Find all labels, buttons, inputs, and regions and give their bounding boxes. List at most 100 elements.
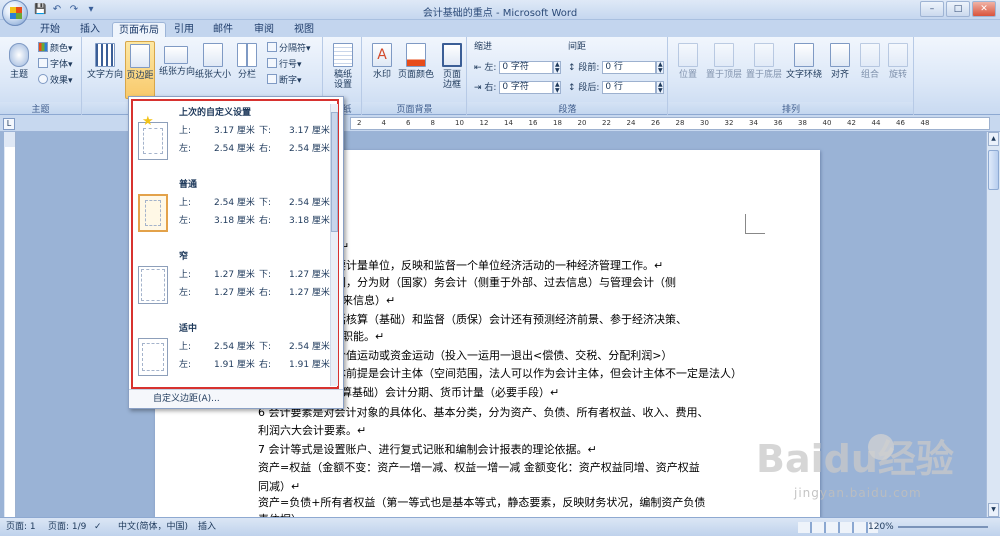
ruler-tick-label: 36 (773, 119, 783, 127)
ruler-tick-label: 6 (406, 119, 411, 127)
zoom-slider[interactable] (898, 526, 988, 528)
page-borders-icon (442, 43, 462, 67)
send-to-back-button[interactable]: 置于底层 (745, 41, 783, 99)
spin-arrows-icon[interactable]: ▲ ▼ (656, 81, 665, 94)
paper-size-button[interactable]: 纸张大小 (195, 41, 231, 99)
breaks-icon (267, 42, 277, 52)
theme-icon (9, 43, 29, 67)
spellcheck-icon[interactable]: ✓ (94, 518, 102, 536)
ruler-tick-label: 4 (381, 119, 386, 127)
rotate-button[interactable]: 旋转 (883, 41, 913, 99)
draft-settings-button[interactable]: 稿纸 设置 (328, 41, 358, 99)
tab-references[interactable]: 引用 (168, 22, 200, 38)
tab-page-layout[interactable]: 页面布局 (112, 22, 166, 38)
margin-option-last-custom[interactable]: ★ 上次的自定义设置 上: 3.17 厘米 下: 3.17 厘米 左: 2.54 厘米右… (133, 105, 335, 175)
horizontal-ruler[interactable]: 2 4 6 8 10 12 14 16 18 20 22 24 26 28 30 32 34 36 38 40 42 44… (350, 117, 990, 130)
scroll-up-icon[interactable]: ▲ (988, 132, 999, 146)
zoom-level[interactable]: 120% (868, 518, 894, 536)
document-line: 7 会计等式是设置账户、进行复式记账和编制会计报表的理论依据。↵ (258, 443, 597, 456)
group-objects-button[interactable]: 组合 (855, 41, 885, 99)
breaks-button[interactable]: 分隔符▾ (267, 42, 311, 55)
office-logo-icon (10, 7, 22, 19)
indent-left-field[interactable]: ⇤ 左: 0 字符 ▲ ▼ (474, 61, 562, 75)
document-line: 本前提是会计主体（空间范围，法人可以作为会计主体，但会计主体不一定是法人） (335, 367, 742, 380)
title-bar: 💾 ↶ ↷ ▾ 会计基础的重点 - Microsoft Word – □ ✕ (0, 0, 1000, 20)
group-label-arrange: 排列 (669, 102, 913, 115)
close-button[interactable]: ✕ (972, 1, 996, 17)
theme-effects-button[interactable]: 效果▾ (38, 74, 73, 87)
ruler-tick-label: 2 (357, 119, 362, 127)
document-line: 职能。↵ (342, 330, 385, 343)
status-insert-mode[interactable]: 插入 (198, 518, 216, 536)
group-label-paragraph: 段落 (468, 102, 667, 115)
text-wrapping-button[interactable]: 文字环绕 (785, 41, 823, 99)
ruler-tick-label: 44 (871, 119, 881, 127)
view-buttons[interactable] (798, 522, 878, 533)
position-button[interactable]: 位置 (673, 41, 703, 99)
indent-right-field[interactable]: ⇥ 右: 0 字符 ▲ ▼ (474, 81, 562, 95)
colors-icon (38, 42, 48, 52)
spin-arrows-icon[interactable]: ▲ ▼ (656, 61, 665, 74)
spin-arrows-icon[interactable]: ▲ ▼ (553, 81, 562, 94)
page-borders-button[interactable]: 页面 边框 (437, 41, 467, 99)
window-controls: – □ ✕ (920, 1, 996, 17)
margin-preview-icon (138, 194, 168, 232)
spacing-before-field[interactable]: ↕ 段前: 0 行 ▲ ▼ (568, 61, 665, 75)
watermark-icon: A (372, 43, 392, 67)
tab-insert[interactable]: 插入 (74, 22, 106, 38)
page-color-button[interactable]: 页面颜色 (397, 41, 435, 99)
status-language[interactable]: 中文(简体，中国) (118, 518, 188, 536)
document-line: 象不同，分为财（国家）务会计（侧重于外部、过去信息）与管理会计（侧 (313, 276, 676, 289)
tab-stop-selector[interactable]: L (3, 118, 15, 130)
document-line: 核算基础）会计分期、货币计量（必要手段）↵ (330, 386, 560, 399)
margins-button[interactable]: 页边距 (125, 41, 155, 99)
group-label-theme: 主题 (0, 102, 81, 115)
minimize-button[interactable]: – (920, 1, 944, 17)
vertical-ruler[interactable] (4, 132, 16, 517)
gallery-scroll-thumb[interactable] (331, 112, 338, 232)
document-line: 资产=负债+所有者权益（第一等式也是基本等式，静态要素，反映财务状况，编制资产负… (258, 496, 706, 509)
line-numbers-button[interactable]: 行号▾ (267, 58, 302, 71)
align-button[interactable]: 对齐 (825, 41, 855, 99)
gallery-scrollbar[interactable] (330, 104, 338, 386)
margin-option-narrow[interactable]: 窄 上: 1.27 厘米 下: 1.27 厘米 左: 1.27 厘米 右: 1.27 厘米 (133, 249, 335, 319)
columns-button[interactable]: 分栏 (233, 41, 261, 99)
office-button[interactable] (2, 0, 28, 26)
ruler-tick-label: 16 (528, 119, 538, 127)
tab-review[interactable]: 审阅 (248, 22, 280, 38)
baidu-paw-icon (868, 434, 894, 460)
status-page-count[interactable]: 页面: 1/9 (48, 518, 86, 536)
tab-mailings[interactable]: 邮件 (207, 22, 239, 38)
custom-margins-button[interactable]: 自定义边距(A)... (129, 389, 343, 408)
document-line: 利润六大会计要素。↵ (258, 424, 367, 437)
ruler-tick-label: 10 (455, 119, 464, 127)
vertical-scrollbar[interactable]: ▲ ▼ (986, 132, 1000, 517)
status-page[interactable]: 页面: 1 (6, 518, 36, 536)
theme-colors-button[interactable]: 颜色▾ (38, 42, 73, 55)
hyphenation-button[interactable]: 断字▾ (267, 74, 302, 87)
tab-view[interactable]: 视图 (288, 22, 320, 38)
document-line: 价值运动或资金运动（投入一运用一退出<偿债、交税、分配利润>） (335, 349, 673, 362)
ruler-tick-label: 34 (749, 119, 758, 127)
ruler-tick-label: 32 (724, 119, 734, 127)
spacing-after-field[interactable]: ↕ 段后: 0 行 ▲ ▼ (568, 81, 665, 95)
effects-icon (38, 74, 48, 84)
fonts-icon (38, 58, 48, 68)
theme-fonts-button[interactable]: 字体▾ (38, 58, 73, 71)
spin-arrows-icon[interactable]: ▲ ▼ (553, 61, 562, 74)
text-wrapping-icon (794, 43, 814, 67)
maximize-button[interactable]: □ (946, 1, 970, 17)
ruler-tick-label: 22 (602, 119, 611, 127)
tab-home[interactable]: 开始 (34, 22, 66, 38)
margin-option-normal[interactable]: 普通 上: 2.54 厘米 下: 2.54 厘米 左: 3.18 厘米 右: 3.18 厘米 (133, 177, 335, 247)
margin-option-moderate[interactable]: 适中 上: 2.54 厘米 下: 2.54 厘米 左: 1.91 厘米 右: 1.91 厘米 (133, 321, 335, 391)
text-direction-button[interactable]: 文字方向 (87, 41, 123, 99)
scroll-thumb[interactable] (988, 150, 999, 190)
margin-corner-mark (745, 214, 765, 234)
scroll-down-icon[interactable]: ▼ (988, 503, 999, 517)
watermark-button[interactable]: A 水印 (367, 41, 397, 99)
orientation-button[interactable]: 纸张方向 (159, 41, 195, 99)
theme-button[interactable]: 主题 (4, 41, 34, 99)
ruler-tick-label: 12 (479, 119, 489, 127)
bring-to-front-button[interactable]: 置于顶层 (705, 41, 743, 99)
